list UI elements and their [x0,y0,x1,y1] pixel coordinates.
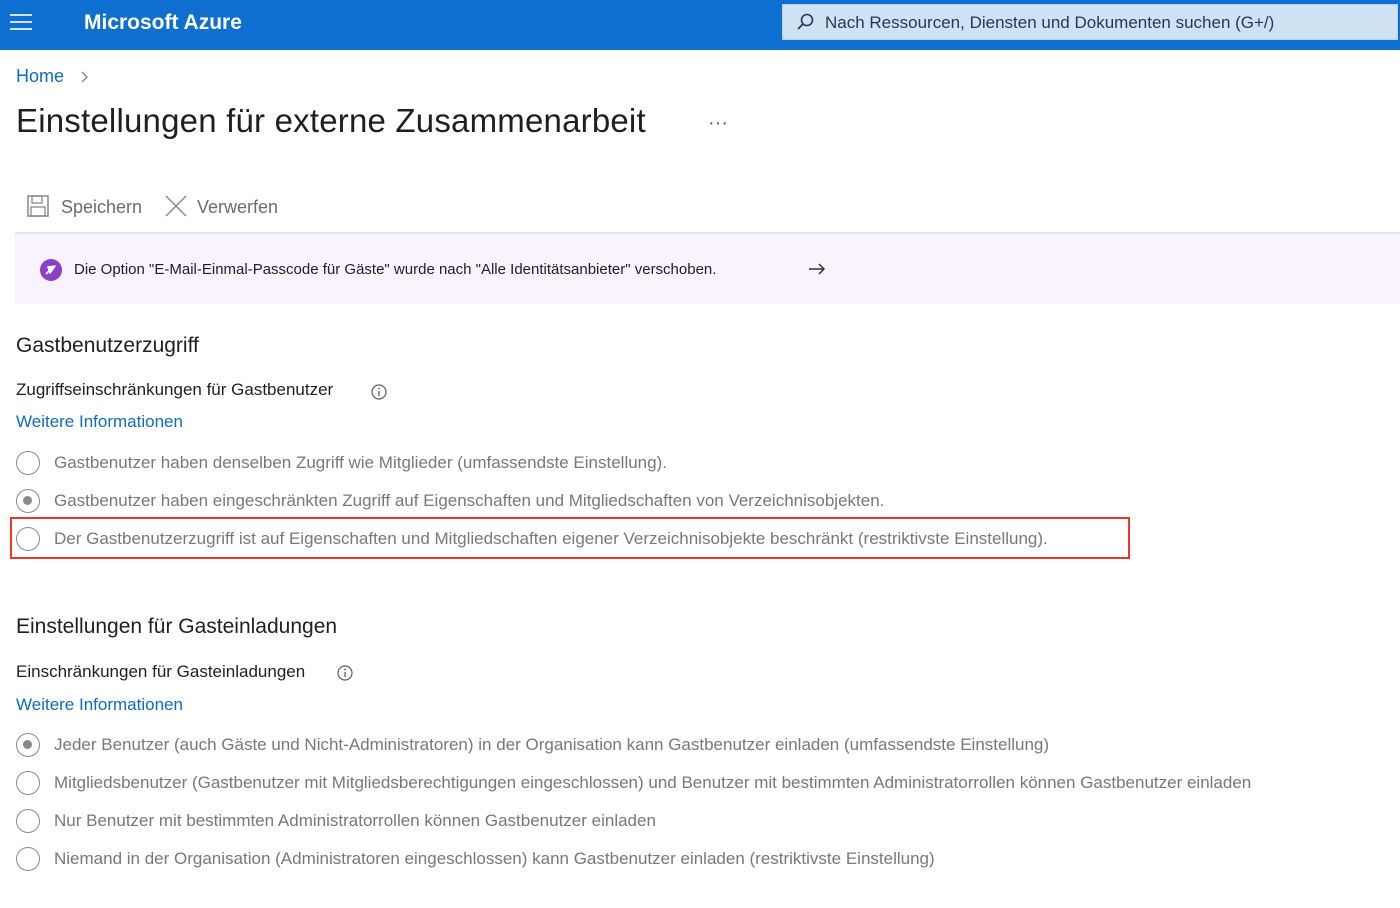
radio-label: Jeder Benutzer (auch Gäste und Nicht-Adm… [54,735,1050,754]
discard-button[interactable]: Verwerfen [164,192,289,222]
radio-label: Gastbenutzer haben eingeschränkten Zugri… [54,491,885,510]
more-options-button[interactable]: ··· [708,112,728,135]
learn-more-link-guest-access[interactable]: Weitere Informationen [16,412,183,432]
arrow-right-icon[interactable] [808,262,826,276]
breadcrumb: Home [16,66,64,87]
breadcrumb-home-link[interactable]: Home [16,66,64,86]
radio-button-selected[interactable] [16,733,40,757]
info-icon[interactable] [337,665,353,681]
radio-label: Gastbenutzer haben denselben Zugriff wie… [54,453,667,472]
radio-button[interactable] [16,451,40,475]
brand-title[interactable]: Microsoft Azure [84,11,242,35]
search-box[interactable]: Nach Ressourcen, Diensten und Dokumenten… [782,4,1398,40]
save-icon [27,195,49,217]
section-title-guest-access: Gastbenutzerzugriff [16,334,199,357]
radio-option-same-as-members[interactable]: Gastbenutzer haben denselben Zugriff wie… [16,451,776,479]
radio-label: Nur Benutzer mit bestimmten Administrato… [54,811,656,830]
highlight-box [10,517,1130,559]
radio-button[interactable] [16,847,40,871]
radio-button-selected[interactable] [16,489,40,513]
radio-button[interactable] [16,771,40,795]
radio-label: Mitgliedsbenutzer (Gastbenutzer mit Mitg… [54,773,1252,792]
radio-option-anyone-can-invite[interactable]: Jeder Benutzer (auch Gäste und Nicht-Adm… [16,733,1136,761]
banner-message: Die Option "E-Mail-Einmal-Passcode für G… [74,261,717,278]
search-placeholder: Nach Ressourcen, Diensten und Dokumenten… [825,13,1275,32]
section-title-guest-invites: Einstellungen für Gasteinladungen [16,615,338,638]
close-icon [165,195,187,217]
info-icon[interactable] [371,384,387,400]
rocket-icon [40,259,62,281]
info-banner: Die Option "E-Mail-Einmal-Passcode für G… [15,232,1400,304]
radio-button[interactable] [16,809,40,833]
radio-label: Niemand in der Organisation (Administrat… [54,849,935,868]
save-button[interactable]: Speichern [26,192,146,222]
top-bar: Microsoft Azure Nach Ressourcen, Dienste… [0,0,1400,50]
save-label: Speichern [61,197,143,217]
learn-more-link-guest-invites[interactable]: Weitere Informationen [16,695,183,715]
guest-access-subheading: Zugriffseinschränkungen für Gastbenutzer [16,380,334,399]
discard-label: Verwerfen [197,197,279,217]
radio-option-no-one[interactable]: Niemand in der Organisation (Administrat… [16,847,1016,875]
search-icon [797,13,814,30]
page-title: Einstellungen für externe Zusammenarbeit [16,102,646,139]
radio-option-admins-only[interactable]: Nur Benutzer mit bestimmten Administrato… [16,809,736,837]
radio-option-limited-access[interactable]: Gastbenutzer haben eingeschränkten Zugri… [16,489,976,517]
radio-option-members-and-admins[interactable]: Mitgliedsbenutzer (Gastbenutzer mit Mitg… [16,771,1386,799]
guest-invites-subheading: Einschränkungen für Gasteinladungen [16,662,306,681]
hamburger-menu-icon[interactable] [10,14,32,32]
chevron-right-icon [81,71,88,83]
